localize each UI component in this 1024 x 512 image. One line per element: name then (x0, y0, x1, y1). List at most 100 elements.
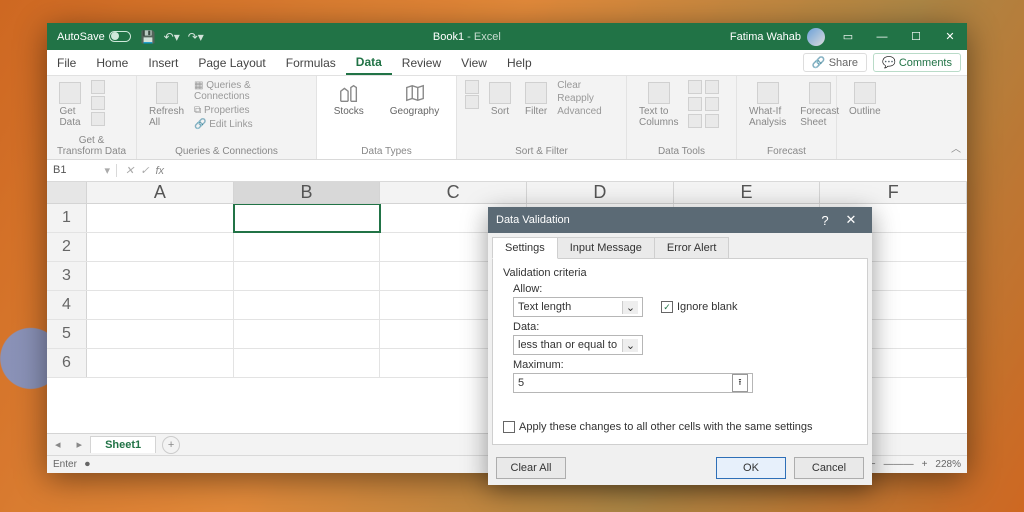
row-1[interactable]: 1 (47, 204, 87, 232)
group-get-transform: Get Data Get & Transform Data (47, 76, 137, 159)
consolidate-icon[interactable] (705, 97, 719, 111)
from-table-icon[interactable] (91, 112, 105, 126)
from-text-icon[interactable] (91, 80, 105, 94)
sort-az-icon[interactable] (465, 80, 479, 94)
dialog-close-icon[interactable]: ✕ (838, 212, 864, 228)
queries-connections-button[interactable]: ▦ Queries & Connections (194, 80, 308, 102)
dialog-tabs: Settings Input Message Error Alert (488, 233, 872, 259)
select-all-corner[interactable] (47, 182, 87, 203)
tab-view[interactable]: View (451, 50, 497, 75)
range-picker-icon[interactable]: ⭱ (732, 374, 748, 392)
advanced-button[interactable]: Advanced (557, 106, 601, 117)
tab-review[interactable]: Review (392, 50, 451, 75)
whatif-button[interactable]: What-If Analysis (745, 80, 790, 130)
sheet-tab-sheet1[interactable]: Sheet1 (90, 436, 156, 453)
manage-model-icon[interactable] (705, 114, 719, 128)
col-e[interactable]: E (674, 182, 821, 203)
stocks-button[interactable]: Stocks (330, 80, 368, 119)
remove-dup-icon[interactable] (705, 80, 719, 94)
get-data-button[interactable]: Get Data (55, 80, 85, 130)
cancel-entry-icon[interactable]: ✕ (125, 164, 134, 177)
from-web-icon[interactable] (91, 96, 105, 110)
maximum-input[interactable]: 5 ⭱ (513, 373, 753, 393)
flash-fill-icon[interactable] (688, 80, 702, 94)
save-icon[interactable]: 💾 (141, 30, 156, 44)
refresh-all-button[interactable]: Refresh All (145, 80, 188, 130)
col-c[interactable]: C (380, 182, 527, 203)
ok-button[interactable]: OK (716, 457, 786, 479)
maximize-icon[interactable]: ☐ (899, 23, 933, 50)
checkbox-checked-icon: ✓ (661, 301, 673, 313)
group-queries: Refresh All ▦ Queries & Connections ⧉ Pr… (137, 76, 317, 159)
window-title: Book1 - Excel (204, 31, 730, 43)
data-validation-icon[interactable] (688, 97, 702, 111)
edit-links-button[interactable]: 🔗 Edit Links (194, 119, 308, 130)
name-box[interactable]: B1 ▾ (47, 164, 117, 177)
tab-insert[interactable]: Insert (138, 50, 188, 75)
comments-button[interactable]: 💬 Comments (873, 53, 961, 72)
filter-button[interactable]: Filter (521, 80, 551, 119)
properties-button[interactable]: ⧉ Properties (194, 105, 308, 116)
tab-page-layout[interactable]: Page Layout (188, 50, 275, 75)
autosave-label: AutoSave (57, 31, 105, 43)
macro-record-icon[interactable]: ⏺ (85, 459, 90, 470)
tab-data[interactable]: Data (346, 50, 392, 75)
row-2[interactable]: 2 (47, 233, 87, 261)
share-button[interactable]: 🔗 Share (803, 53, 867, 72)
sheet-nav-prev-icon[interactable]: ◂ (47, 438, 69, 451)
tab-error-alert[interactable]: Error Alert (654, 237, 730, 259)
whatif-icon (757, 82, 779, 104)
cell-a1[interactable] (87, 204, 234, 232)
formula-input[interactable] (172, 160, 967, 181)
quick-access: 💾 ↶▾ ↷▾ (141, 30, 204, 44)
reapply-button[interactable]: Reapply (557, 93, 601, 104)
outline-icon (854, 82, 876, 104)
zoom-in-icon[interactable]: + (922, 459, 928, 470)
tab-formulas[interactable]: Formulas (276, 50, 346, 75)
undo-icon[interactable]: ↶▾ (164, 30, 180, 44)
enter-entry-icon[interactable]: ✓ (140, 164, 149, 177)
sort-za-icon[interactable] (465, 95, 479, 109)
cancel-button[interactable]: Cancel (794, 457, 864, 479)
tab-settings[interactable]: Settings (492, 237, 558, 259)
close-icon[interactable]: ✕ (933, 23, 967, 50)
tab-input-message[interactable]: Input Message (557, 237, 655, 259)
outline-button[interactable]: Outline (845, 80, 885, 119)
dialog-titlebar[interactable]: Data Validation ? ✕ (488, 207, 872, 233)
col-a[interactable]: A (87, 182, 234, 203)
data-select[interactable]: less than or equal to⌄ (513, 335, 643, 355)
ignore-blank-checkbox[interactable]: ✓ Ignore blank (661, 301, 738, 313)
redo-icon[interactable]: ↷▾ (188, 30, 204, 44)
sheet-nav-next-icon[interactable]: ▸ (69, 438, 91, 451)
autosave-toggle[interactable]: AutoSave (57, 31, 131, 43)
minimize-icon[interactable]: — (865, 23, 899, 50)
tab-help[interactable]: Help (497, 50, 542, 75)
geography-button[interactable]: Geography (386, 80, 443, 119)
collapse-ribbon-icon[interactable]: ︿ (951, 140, 961, 155)
tab-file[interactable]: File (47, 50, 86, 75)
add-sheet-button[interactable]: + (162, 436, 180, 454)
row-6[interactable]: 6 (47, 349, 87, 377)
row-3[interactable]: 3 (47, 262, 87, 290)
col-f[interactable]: F (820, 182, 967, 203)
apply-changes-checkbox[interactable]: Apply these changes to all other cells w… (503, 421, 813, 433)
allow-select[interactable]: Text length⌄ (513, 297, 643, 317)
sort-button[interactable]: Sort (485, 80, 515, 119)
ribbon-options-icon[interactable]: ▭ (831, 23, 865, 50)
clear-all-button[interactable]: Clear All (496, 457, 566, 479)
col-b[interactable]: B (234, 182, 381, 203)
dialog-footer: Clear All OK Cancel (488, 451, 872, 485)
cell-b1[interactable] (234, 204, 381, 232)
zoom-level[interactable]: 228% (935, 459, 961, 470)
col-d[interactable]: D (527, 182, 674, 203)
relationships-icon[interactable] (688, 114, 702, 128)
help-icon[interactable]: ? (812, 213, 838, 228)
ribbon-tabs: File Home Insert Page Layout Formulas Da… (47, 50, 967, 76)
fx-icon[interactable]: fx (155, 165, 164, 177)
account-button[interactable]: Fatima Wahab (730, 28, 825, 46)
clear-filter-button[interactable]: Clear (557, 80, 601, 91)
row-5[interactable]: 5 (47, 320, 87, 348)
text-to-columns-button[interactable]: Text to Columns (635, 80, 682, 130)
row-4[interactable]: 4 (47, 291, 87, 319)
tab-home[interactable]: Home (86, 50, 138, 75)
